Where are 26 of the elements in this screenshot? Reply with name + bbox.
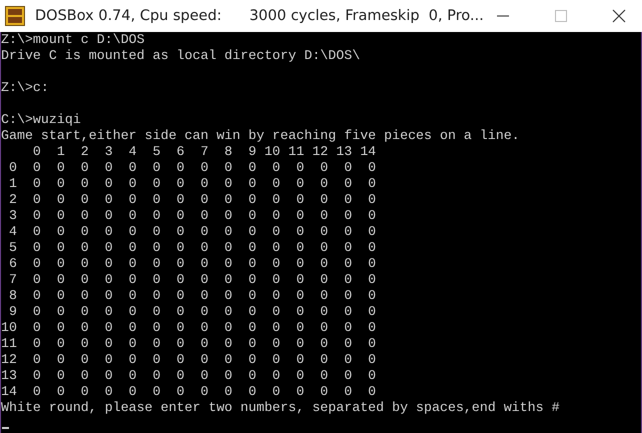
console-line: White round, please enter two numbers, separated by spaces,end withs # [1,400,560,416]
console-line: 10 0 0 0 0 0 0 0 0 0 0 0 0 0 0 0 [1,320,376,336]
console-line: 0 1 2 3 4 5 6 7 8 9 10 11 12 13 14 [32,144,376,160]
console-line: Z:\>c: [1,80,49,96]
console-line: 5 0 0 0 0 0 0 0 0 0 0 0 0 0 0 0 [8,240,376,256]
console-line: 3 0 0 0 0 0 0 0 0 0 0 0 0 0 0 0 [8,208,376,224]
console-line: 9 0 0 0 0 0 0 0 0 0 0 0 0 0 0 0 [8,304,376,320]
console-line: 0 0 0 0 0 0 0 0 0 0 0 0 0 0 0 0 [8,160,376,176]
console-line: Z:\>mount c D:\DOS [1,32,145,48]
console-line: Drive C is mounted as local directory D:\DOS\ [1,48,360,64]
console-line: 7 0 0 0 0 0 0 0 0 0 0 0 0 0 0 0 [8,272,376,288]
console-line: 6 0 0 0 0 0 0 0 0 0 0 0 0 0 0 0 [8,256,376,272]
console-line: 1 0 0 0 0 0 0 0 0 0 0 0 0 0 0 0 [8,176,376,192]
window-title: DOSBox 0.74, Cpu speed: 3000 cycles, Frameskip 0, Pro... [35,8,484,24]
console-line: Game start,either side can win by reaching five pieces on a line. [1,128,520,144]
console-line: 12 0 0 0 0 0 0 0 0 0 0 0 0 0 0 0 [1,352,376,368]
console-line: 2 0 0 0 0 0 0 0 0 0 0 0 0 0 0 0 [8,192,376,208]
console-line: 4 0 0 0 0 0 0 0 0 0 0 0 0 0 0 0 [8,224,376,240]
console-line: C:\>wuziqi [1,112,81,128]
console-line: 11 0 0 0 0 0 0 0 0 0 0 0 0 0 0 0 [1,336,376,352]
close-icon[interactable] [612,9,626,23]
console-line: 8 0 0 0 0 0 0 0 0 0 0 0 0 0 0 0 [8,288,376,304]
console-line: 13 0 0 0 0 0 0 0 0 0 0 0 0 0 0 0 [1,368,376,384]
text-cursor [2,427,9,429]
console-line: 14 0 0 0 0 0 0 0 0 0 0 0 0 0 0 0 [1,384,376,400]
app-logo-icon [5,6,25,26]
